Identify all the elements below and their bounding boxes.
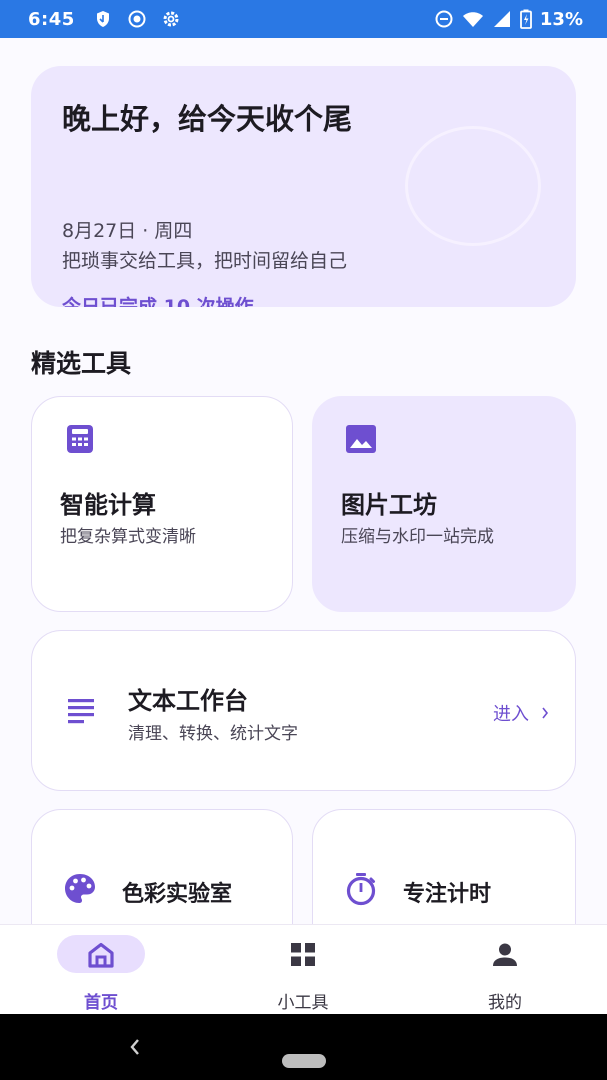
greeting-tagline: 把琐事交给工具，把时间留给自己 [62,250,348,272]
timer-icon [346,873,376,906]
tool-title: 智能计算 [60,491,156,519]
text-lines-icon [68,699,94,724]
status-time: 6:45 [28,8,75,30]
shield-icon [96,11,109,27]
battery-percent: 13% [539,8,583,30]
nav-label-home: 首页 [84,993,118,1013]
back-icon[interactable] [125,1034,145,1060]
palette-icon [65,874,95,903]
status-bar: 6:45 13% [0,0,607,38]
bottom-navigation: 首页 小工具 我的 [0,924,607,1014]
tool-desc: 清理、转换、统计文字 [128,724,298,744]
system-navigation-bar [0,1014,607,1080]
greeting-date: 8月27日 · 周四 [62,220,193,242]
nav-item-tools[interactable]: 小工具 [202,925,404,1015]
tool-title: 专注计时 [403,882,492,907]
tool-desc: 把复杂算式变清晰 [60,527,196,547]
nav-item-mine[interactable]: 我的 [404,925,606,1015]
tool-card-color[interactable]: 色彩实验室 [31,809,293,924]
nav-label-tools: 小工具 [277,993,329,1013]
wifi-icon [462,12,483,27]
section-title: 精选工具 [31,349,132,378]
tool-desc: 压缩与水印一站完成 [341,527,494,547]
image-icon [346,425,376,453]
greeting-card: 晚上好，给今天收个尾 8月27日 · 周四 把琐事交给工具，把时间留给自己 今日… [31,66,576,307]
record-icon [128,10,146,28]
decorative-ring [405,126,541,246]
tool-card-calculator[interactable]: 智能计算 把复杂算式变清晰 [31,396,293,612]
tool-title: 色彩实验室 [122,882,233,907]
tool-card-image[interactable]: 图片工坊 压缩与水印一站完成 [312,396,576,612]
settings-icon [163,11,179,27]
tool-card-text[interactable]: 文本工作台 清理、转换、统计文字 进入 [31,630,576,791]
signal-icon [493,11,510,27]
greeting-title: 晚上好，给今天收个尾 [62,102,353,136]
chevron-right-icon [542,707,549,719]
greeting-stat: 今日已完成 10 次操作 [62,296,254,307]
calculator-icon [67,425,93,453]
enter-link[interactable]: 进入 [493,700,549,726]
enter-label: 进入 [493,704,529,725]
home-gesture-pill[interactable] [282,1054,326,1068]
home-icon [88,942,114,968]
grid-icon [291,943,315,966]
tool-card-timer[interactable]: 专注计时 [312,809,576,924]
battery-icon [520,9,532,29]
nav-item-home[interactable]: 首页 [0,925,202,1015]
tool-title: 文本工作台 [128,687,248,715]
person-icon [493,943,517,966]
main-content[interactable]: 晚上好，给今天收个尾 8月27日 · 周四 把琐事交给工具，把时间留给自己 今日… [0,38,607,924]
dnd-icon [435,10,453,28]
tool-title: 图片工坊 [341,491,437,519]
nav-label-mine: 我的 [488,993,522,1013]
